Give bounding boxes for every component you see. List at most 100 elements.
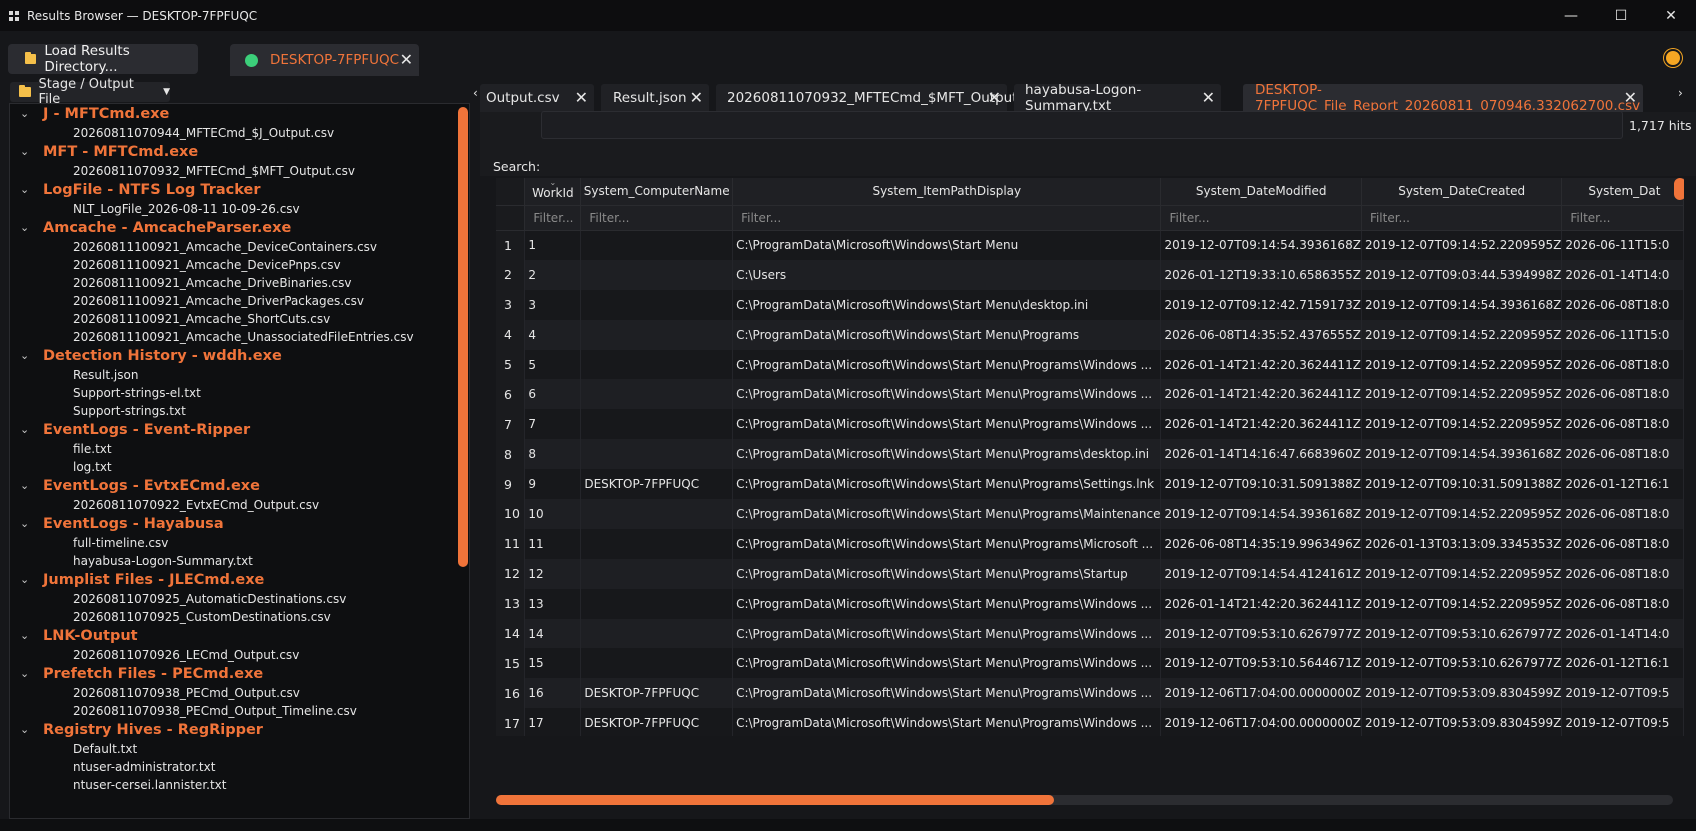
- table-row[interactable]: 16 16 DESKTOP-7FPFUQC C:\ProgramData\Micros…: [496, 678, 1684, 709]
- tab-close-icon[interactable]: ✕: [575, 88, 588, 107]
- table-row[interactable]: 5 5 C:\ProgramData\Microsoft\Windows\Start…: [496, 349, 1684, 380]
- chevron-down-icon[interactable]: ⌄: [20, 183, 29, 196]
- column-header-workid[interactable]: ⌄ WorkId: [524, 178, 582, 206]
- tree-file-item[interactable]: Default.txt: [10, 740, 460, 758]
- maximize-button[interactable]: ☐: [1596, 0, 1646, 31]
- chevron-down-icon[interactable]: ⌄: [20, 107, 29, 120]
- tree-file-item[interactable]: file.txt: [10, 440, 460, 458]
- tree-file-item[interactable]: 20260811100921_Amcache_UnassociatedFileE…: [10, 328, 460, 346]
- tab-close-icon[interactable]: ✕: [1624, 88, 1637, 107]
- table-row[interactable]: 17 17 DESKTOP-7FPFUQC C:\ProgramData\Micros…: [496, 708, 1684, 736]
- tree-group-row[interactable]: ⌄ Detection History - wddh.exe: [10, 346, 460, 366]
- table-row[interactable]: 8 8 C:\ProgramData\Microsoft\Windows\Start…: [496, 439, 1684, 470]
- table-row[interactable]: 11 11 C:\ProgramData\Microsoft\Windows\Sta…: [496, 528, 1684, 559]
- chevron-down-icon[interactable]: ⌄: [20, 145, 29, 158]
- tree-file-item[interactable]: 20260811100921_Amcache_ShortCuts.csv: [10, 310, 460, 328]
- table-row[interactable]: 1 1 C:\ProgramData\Microsoft\Windows\Start…: [496, 230, 1684, 260]
- tree-group-row[interactable]: ⌄ Amcache - AmcacheParser.exe: [10, 218, 460, 238]
- table-row[interactable]: 12 12 C:\ProgramData\Microsoft\Windows\Sta…: [496, 558, 1684, 589]
- tab-scroll-right-icon[interactable]: ›: [1678, 86, 1683, 100]
- file-tab[interactable]: Output.csv ✕: [480, 84, 594, 112]
- tree-file-item[interactable]: 20260811070932_MFTECmd_$MFT_Output.csv: [10, 162, 460, 180]
- chevron-down-icon[interactable]: ⌄: [20, 517, 29, 530]
- filter-input[interactable]: Filter...: [580, 205, 734, 231]
- tree-file-item[interactable]: Support-strings.txt: [10, 402, 460, 420]
- tree-file-item[interactable]: 20260811100921_Amcache_DeviceContainers.…: [10, 238, 460, 256]
- column-header-datecreated[interactable]: System_DateCreated: [1361, 178, 1563, 206]
- chevron-down-icon[interactable]: ⌄: [20, 629, 29, 642]
- horizontal-scroll-thumb[interactable]: [496, 795, 1054, 805]
- file-tab-active[interactable]: DESKTOP-7FPFUQC_File_Report_20260811_070…: [1243, 82, 1643, 114]
- tree-file-item[interactable]: hayabusa-Logon-Summary.txt: [10, 552, 460, 570]
- filter-input[interactable]: Filter...: [732, 205, 1162, 231]
- search-input[interactable]: [541, 111, 1623, 139]
- table-row[interactable]: 15 15 C:\ProgramData\Microsoft\Windows\Sta…: [496, 648, 1684, 679]
- tree-group-row[interactable]: ⌄ Prefetch Files - PECmd.exe: [10, 664, 460, 684]
- tree-file-item[interactable]: full-timeline.csv: [10, 534, 460, 552]
- filter-input[interactable]: Filter...: [1160, 205, 1362, 231]
- table-vertical-scrollbar[interactable]: [1674, 178, 1684, 200]
- tree-file-item[interactable]: Support-strings-el.txt: [10, 384, 460, 402]
- chevron-down-icon[interactable]: ⌄: [20, 349, 29, 362]
- minimize-button[interactable]: —: [1546, 0, 1596, 31]
- file-tab[interactable]: 20260811070932_MFTECmd_$MFT_Output.csv ✕: [716, 84, 1044, 112]
- tree-group-row[interactable]: ⌄ J - MFTCmd.exe: [10, 104, 460, 124]
- filter-input[interactable]: Filter...: [1361, 205, 1563, 231]
- column-header-dat[interactable]: System_Dat: [1561, 178, 1684, 206]
- tree-file-item[interactable]: 20260811100921_Amcache_DevicePnps.csv: [10, 256, 460, 274]
- tree-file-item[interactable]: ntuser-administrator.txt: [10, 758, 460, 776]
- tree-group-row[interactable]: ⌄ MFT - MFTCmd.exe: [10, 142, 460, 162]
- table-row[interactable]: 3 3 C:\ProgramData\Microsoft\Windows\Start…: [496, 289, 1684, 320]
- tree-file-item[interactable]: 20260811070925_AutomaticDestinations.csv: [10, 590, 460, 608]
- file-tab[interactable]: hayabusa-Logon-Summary.txt ✕: [1014, 82, 1221, 114]
- tree-scrollbar[interactable]: [458, 107, 468, 567]
- tab-close-icon[interactable]: ✕: [988, 88, 1001, 107]
- tree-group-row[interactable]: ⌄ Jumplist Files - JLECmd.exe: [10, 570, 460, 590]
- tree-file-item[interactable]: 20260811070938_PECmd_Output.csv: [10, 684, 460, 702]
- host-tab-close-icon[interactable]: ✕: [400, 50, 413, 69]
- close-window-button[interactable]: ✕: [1646, 0, 1696, 31]
- chevron-down-icon[interactable]: ⌄: [20, 667, 29, 680]
- tree-file-item[interactable]: NLT_LogFile_2026-08-11 10-09-26.csv: [10, 200, 460, 218]
- tree-group-row[interactable]: ⌄ EventLogs - EvtxECmd.exe: [10, 476, 460, 496]
- tab-scroll-left-icon[interactable]: ‹: [473, 86, 478, 100]
- stage-output-file-dropdown[interactable]: Stage / Output File ▼: [10, 77, 170, 107]
- table-row[interactable]: 13 13 C:\ProgramData\Microsoft\Windows\Sta…: [496, 588, 1684, 619]
- table-horizontal-scrollbar[interactable]: [496, 795, 1673, 805]
- table-row[interactable]: 6 6 C:\ProgramData\Microsoft\Windows\Start…: [496, 379, 1684, 410]
- filter-input[interactable]: Filter...: [1561, 205, 1684, 231]
- table-row[interactable]: 2 2 C:\Users 2026-01-12T19:33:10.6586355Z 20…: [496, 259, 1684, 290]
- column-header-itempath[interactable]: System_ItemPathDisplay: [732, 178, 1162, 206]
- tree-file-item[interactable]: 20260811100921_Amcache_DriverPackages.cs…: [10, 292, 460, 310]
- theme-toggle-icon[interactable]: [1666, 51, 1680, 65]
- column-header-computername[interactable]: System_ComputerName: [580, 178, 734, 206]
- chevron-down-icon[interactable]: ⌄: [20, 573, 29, 586]
- table-row[interactable]: 10 10 C:\ProgramData\Microsoft\Windows\Sta…: [496, 499, 1684, 529]
- tree-file-item[interactable]: 20260811070926_LECmd_Output.csv: [10, 646, 460, 664]
- tree-group-row[interactable]: ⌄ LNK-Output: [10, 626, 460, 646]
- chevron-down-icon[interactable]: ⌄: [20, 423, 29, 436]
- chevron-down-icon[interactable]: ⌄: [20, 479, 29, 492]
- tree-file-item[interactable]: 20260811070925_CustomDestinations.csv: [10, 608, 460, 626]
- load-results-directory-button[interactable]: Load Results Directory...: [8, 43, 198, 75]
- tree-group-row[interactable]: ⌄ Registry Hives - RegRipper: [10, 720, 460, 740]
- tree-file-item[interactable]: 20260811070944_MFTECmd_$J_Output.csv: [10, 124, 460, 142]
- tree-file-item[interactable]: log.txt: [10, 458, 460, 476]
- tab-close-icon[interactable]: ✕: [1202, 88, 1215, 107]
- file-tab[interactable]: Result.json ✕: [601, 84, 709, 112]
- table-row[interactable]: 9 9 DESKTOP-7FPFUQC C:\ProgramData\Microsof…: [496, 469, 1684, 500]
- column-header-datemodified[interactable]: System_DateModified: [1160, 178, 1362, 206]
- tree-group-row[interactable]: ⌄ LogFile - NTFS Log Tracker: [10, 180, 460, 200]
- filter-input[interactable]: Filter...: [524, 205, 582, 231]
- host-tab[interactable]: DESKTOP-7FPFUQC ✕: [230, 44, 419, 76]
- tree-file-item[interactable]: 20260811070922_EvtxECmd_Output.csv: [10, 496, 460, 514]
- table-row[interactable]: 14 14 C:\ProgramData\Microsoft\Windows\Sta…: [496, 618, 1684, 649]
- tree-file-item[interactable]: 20260811070938_PECmd_Output_Timeline.csv: [10, 702, 460, 720]
- table-row[interactable]: 7 7 C:\ProgramData\Microsoft\Windows\Start…: [496, 409, 1684, 440]
- tree-file-item[interactable]: Result.json: [10, 366, 460, 384]
- table-row[interactable]: 4 4 C:\ProgramData\Microsoft\Windows\Start…: [496, 319, 1684, 350]
- tab-close-icon[interactable]: ✕: [690, 88, 703, 107]
- tree-group-row[interactable]: ⌄ EventLogs - Hayabusa: [10, 514, 460, 534]
- chevron-down-icon[interactable]: ⌄: [20, 221, 29, 234]
- tree-file-item[interactable]: 20260811100921_Amcache_DriveBinaries.csv: [10, 274, 460, 292]
